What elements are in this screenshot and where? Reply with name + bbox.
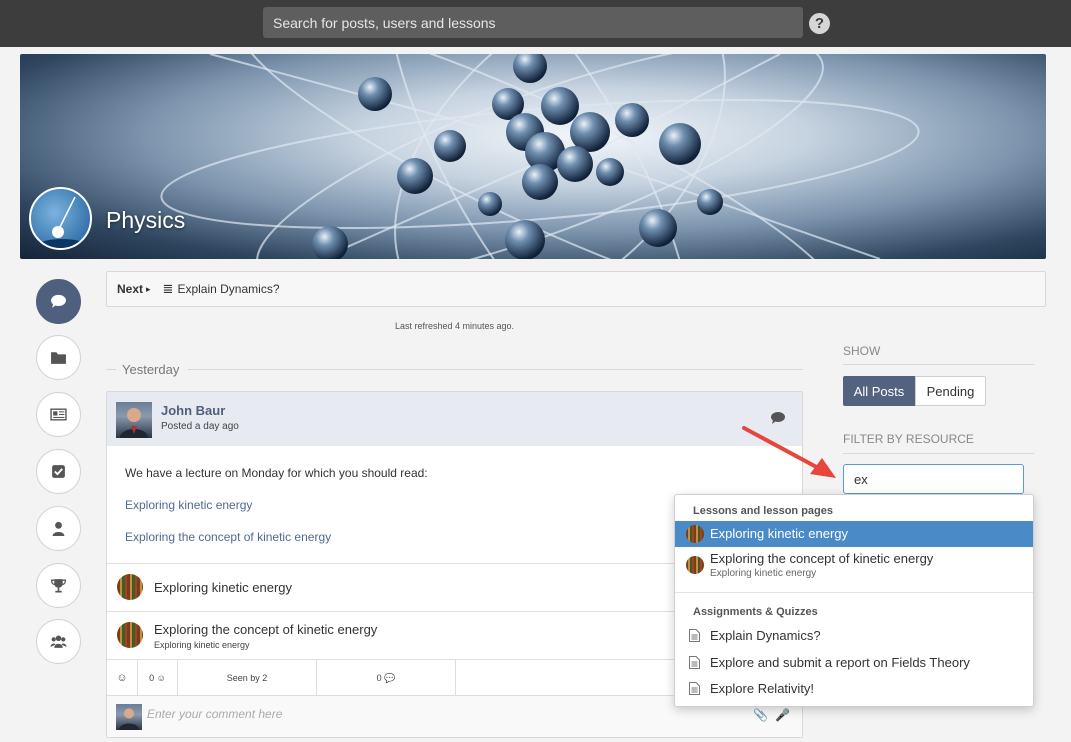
lesson-thumbnail <box>117 622 143 648</box>
resource-subtitle: Exploring kinetic energy <box>154 640 250 650</box>
trophy-icon <box>50 579 67 593</box>
divider-line <box>843 453 1034 454</box>
filter-resource-input[interactable] <box>843 464 1024 494</box>
user-icon <box>52 521 65 536</box>
dropdown-option[interactable]: Exploring the concept of kinetic energy … <box>675 547 1033 585</box>
post-text: We have a lecture on Monday for which yo… <box>125 466 428 480</box>
next-item-link[interactable]: Explain Dynamics? <box>177 282 279 296</box>
all-posts-button[interactable]: All Posts <box>843 376 915 406</box>
day-label: Yesterday <box>122 362 180 377</box>
sidebar-item-posts[interactable] <box>36 279 81 324</box>
option-title: Explore Relativity! <box>710 681 815 696</box>
user-avatar <box>116 704 142 730</box>
divider-line <box>106 369 116 370</box>
caret-right-icon: ▸ <box>146 283 151 294</box>
checkbox-icon <box>52 465 65 478</box>
newspaper-icon <box>50 408 67 421</box>
sidebar-item-achievements[interactable] <box>36 563 81 608</box>
person-photo-icon <box>120 408 148 438</box>
dropdown-option[interactable]: Explore Relativity! <box>675 677 1033 701</box>
group-icon <box>50 635 67 648</box>
lesson-thumbnail <box>117 574 143 600</box>
person-photo-icon <box>118 708 140 730</box>
option-title: Explain Dynamics? <box>710 628 821 643</box>
sidebar-item-members[interactable] <box>36 506 81 551</box>
next-button[interactable]: Next <box>117 282 143 296</box>
resource-title: Exploring kinetic energy <box>154 580 293 595</box>
option-title: Exploring kinetic energy <box>710 526 849 541</box>
option-title: Exploring the concept of kinetic energy <box>710 551 934 566</box>
dropdown-option[interactable]: Explore and submit a report on Fields Th… <box>675 651 1033 675</box>
seen-by[interactable]: Seen by 2 <box>178 660 317 696</box>
option-subtitle: Exploring kinetic energy <box>710 568 817 579</box>
comment-icon <box>51 294 66 308</box>
day-divider: Yesterday <box>106 362 803 377</box>
dropdown-section-assignments: Assignments & Quizzes <box>693 606 818 618</box>
reaction-count[interactable]: 0 ☺ <box>138 660 178 696</box>
filter-label: FILTER BY RESOURCE <box>843 432 974 446</box>
sidebar-item-files[interactable] <box>36 335 81 380</box>
dropdown-section-lessons: Lessons and lesson pages <box>693 505 833 517</box>
paperclip-icon[interactable]: 📎 <box>753 708 768 722</box>
lesson-thumbnail <box>686 525 704 543</box>
resource-title: Exploring the concept of kinetic energy <box>154 622 378 637</box>
post-link[interactable]: Exploring the concept of kinetic energy <box>125 530 331 544</box>
author-avatar[interactable] <box>116 402 152 438</box>
top-bar: ? <box>0 0 1071 47</box>
resource-dropdown: Lessons and lesson pages Exploring kinet… <box>674 494 1034 707</box>
dropdown-option[interactable]: Explain Dynamics? <box>675 624 1033 648</box>
last-refreshed: Last refreshed 4 minutes ago. <box>394 321 515 331</box>
author-name[interactable]: John Baur <box>161 403 225 418</box>
next-bar: Next ▸ ≣ Explain Dynamics? <box>106 271 1046 307</box>
smile-icon[interactable]: ☺ <box>107 660 138 696</box>
divider-line <box>188 369 803 370</box>
comment-count[interactable]: 0 💬 <box>317 660 456 696</box>
search-input[interactable] <box>263 7 803 38</box>
option-title: Explore and submit a report on Fields Th… <box>710 655 970 670</box>
show-label: SHOW <box>843 344 881 358</box>
dropdown-option[interactable]: Exploring kinetic energy <box>675 521 1033 547</box>
post-header: John Baur Posted a day ago <box>107 392 802 446</box>
help-icon[interactable]: ? <box>809 13 830 34</box>
microphone-icon[interactable]: 🎤 <box>775 708 790 722</box>
folder-icon <box>51 352 66 364</box>
comment-input[interactable] <box>147 707 707 721</box>
divider-line <box>843 364 1034 365</box>
annotation-arrow-icon <box>742 426 836 478</box>
lesson-thumbnail <box>686 556 704 574</box>
course-avatar <box>29 187 92 250</box>
post-link[interactable]: Exploring kinetic energy <box>125 498 252 512</box>
document-icon <box>689 656 700 669</box>
document-icon <box>689 682 700 695</box>
sidebar-item-news[interactable] <box>36 392 81 437</box>
dropdown-divider <box>675 592 1033 593</box>
sidebar-item-assignments[interactable] <box>36 449 81 494</box>
document-icon <box>689 629 700 642</box>
sidebar-item-groups[interactable] <box>36 619 81 664</box>
course-title: Physics <box>106 207 186 233</box>
posted-time: Posted a day ago <box>161 421 239 432</box>
pending-button[interactable]: Pending <box>915 376 986 406</box>
list-icon: ≣ <box>162 281 174 296</box>
